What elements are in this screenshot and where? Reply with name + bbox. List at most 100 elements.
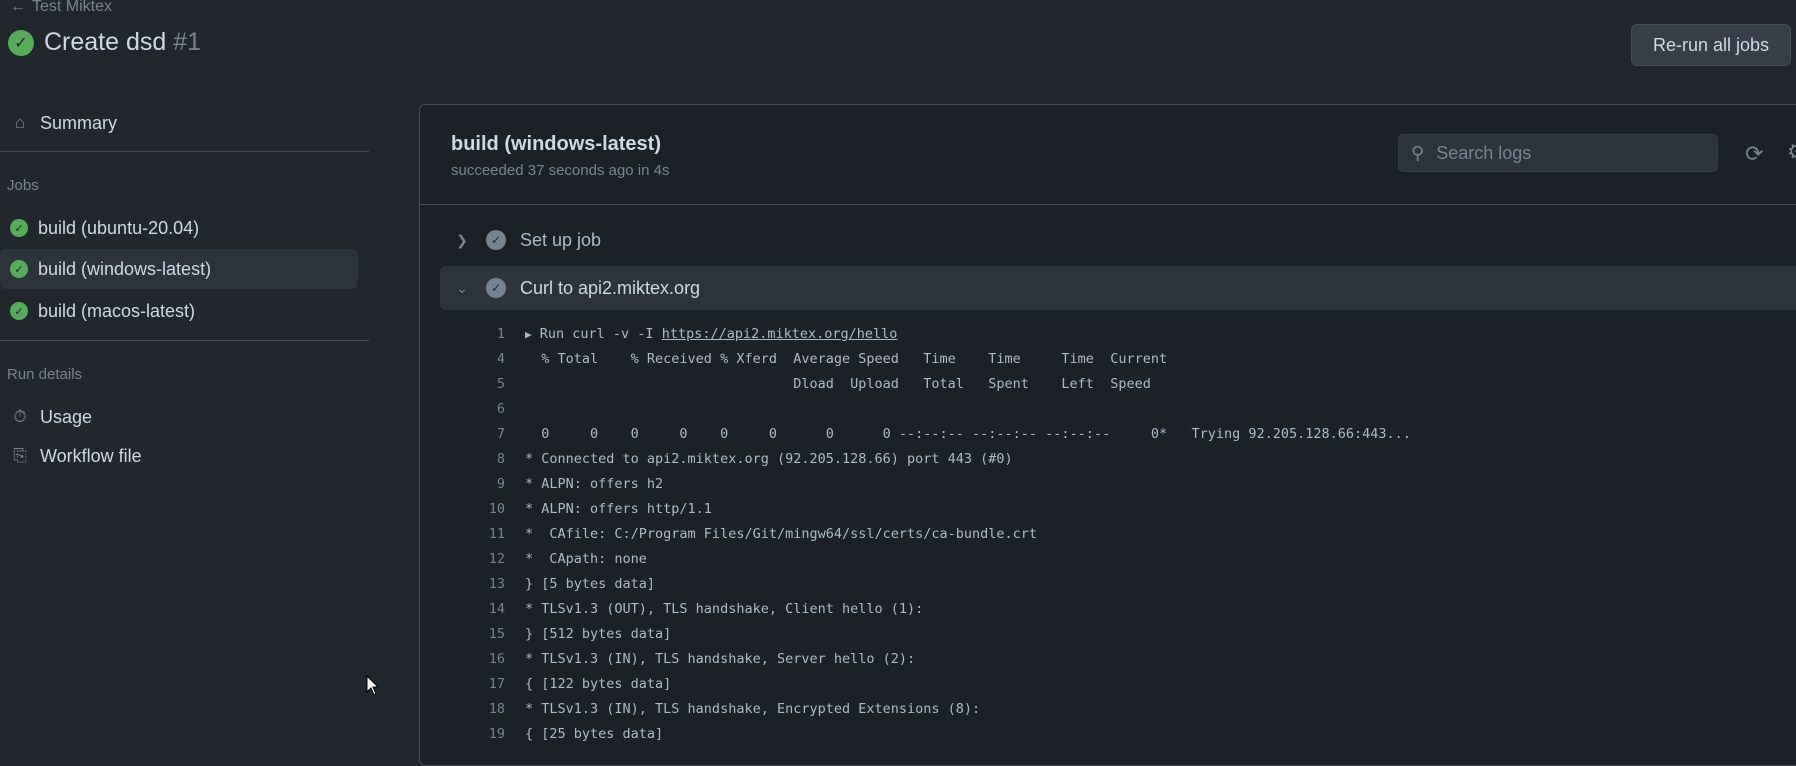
log-line[interactable]: 13} [5 bytes data]: [450, 572, 1780, 597]
workflow-run-title: Create dsd: [44, 28, 167, 56]
log-text: 0 0 0 0 0 0 0 0 --:--:-- --:--:-- --:--:…: [525, 426, 1411, 442]
step-set-up-job[interactable]: ❯ ✓ Set up job 0: [440, 218, 1796, 262]
step-curl[interactable]: ⌄ ✓ Curl to api2.miktex.org 3: [440, 266, 1796, 310]
log-url-link[interactable]: https://api2.miktex.org/hello: [662, 326, 898, 342]
log-line[interactable]: 11 * CAfile: C:/Program Files/Git/mingw64…: [450, 522, 1780, 547]
step-check-icon: ✓: [486, 230, 506, 250]
sidebar-item-job-windows[interactable]: ✓ build (windows-latest): [0, 249, 358, 289]
sidebar-item-label: build (windows-latest): [38, 258, 212, 279]
success-check-icon: ✓: [10, 302, 28, 320]
log-text: * Connected to api2.miktex.org (92.205.1…: [525, 451, 1013, 467]
line-number: 17: [488, 676, 505, 692]
success-check-icon: ✓: [8, 29, 34, 56]
run-number: #1: [173, 28, 202, 56]
sidebar-divider: [0, 340, 369, 341]
log-line[interactable]: 5 Dload Upload Total Spent Left Speed: [450, 372, 1780, 397]
log-line[interactable]: 17 { [122 bytes data]: [450, 672, 1780, 697]
sidebar-item-label: build (macos-latest): [38, 300, 196, 321]
sidebar-item-label: Summary: [40, 112, 118, 133]
back-link-label: Test Miktex: [32, 0, 113, 15]
line-number: 7: [496, 426, 505, 442]
log-line[interactable]: 6: [450, 397, 1780, 422]
line-number: 5: [496, 376, 505, 392]
home-icon: ⌂: [14, 113, 26, 132]
run-details-heading: Run details: [7, 366, 83, 383]
page-title: Create dsd #1: [44, 28, 201, 57]
log-text: * CApath: none: [525, 551, 647, 567]
log-line[interactable]: 19 { [25 bytes data]: [450, 722, 1780, 747]
log-text: } [512 bytes data]: [525, 626, 672, 642]
file-code-icon: ⎘: [13, 446, 27, 465]
success-check-icon: ✓: [10, 260, 28, 278]
line-number: 6: [496, 401, 505, 417]
line-number: 11: [488, 526, 505, 542]
log-text: Dload Upload Total Spent Left Speed: [525, 376, 1151, 392]
log-output: 1 ▶ Run curl -v -I https://api2.miktex.o…: [450, 322, 1780, 747]
arrow-left-icon: ←: [10, 0, 26, 15]
log-line[interactable]: 4 % Total % Received % Xferd Average Spe…: [450, 347, 1780, 372]
line-number: 8: [496, 451, 505, 467]
line-number: 9: [496, 476, 505, 492]
log-line[interactable]: 16 * TLSv1.3 (IN), TLS handshake, Server …: [450, 647, 1780, 672]
line-number: 10: [488, 501, 505, 517]
line-number: 16: [488, 651, 505, 667]
chevron-right-icon: ❯: [456, 231, 468, 248]
stopwatch-icon: ⏱: [13, 407, 27, 426]
sidebar-item-usage[interactable]: ⏱ Usage: [0, 397, 348, 437]
line-number: 14: [488, 601, 505, 617]
log-line[interactable]: 18 * TLSv1.3 (IN), TLS handshake, Encrypt…: [450, 697, 1780, 722]
run-command: Run curl -v -I: [539, 326, 662, 342]
line-number: 18: [488, 701, 505, 717]
line-number: 15: [488, 626, 505, 642]
triangle-right-icon[interactable]: ▶: [525, 328, 532, 341]
job-log-panel: build (windows-latest) succeeded 37 seco…: [419, 104, 1796, 766]
log-text: * CAfile: C:/Program Files/Git/mingw64/s…: [525, 526, 1038, 542]
sidebar-item-job-macos[interactable]: ✓ build (macos-latest): [0, 291, 348, 331]
step-label: Curl to api2.miktex.org: [520, 277, 701, 298]
log-text: * ALPN: offers http/1.1: [525, 501, 712, 517]
page-title-row: ✓ Create dsd #1: [8, 28, 201, 57]
log-line[interactable]: 8 * Connected to api2.miktex.org (92.205.…: [450, 447, 1780, 472]
log-line[interactable]: 1 ▶ Run curl -v -I https://api2.miktex.o…: [450, 322, 1780, 347]
log-line[interactable]: 15 } [512 bytes data]: [450, 622, 1780, 647]
job-status-text: succeeded 37 seconds ago in 4s: [451, 162, 670, 179]
job-header: build (windows-latest) succeeded 37 seco…: [420, 105, 1796, 205]
back-link[interactable]: ← Test Miktex: [10, 0, 112, 16]
log-line[interactable]: 10 * ALPN: offers http/1.1: [450, 497, 1780, 522]
mouse-cursor-icon: [366, 675, 380, 696]
refresh-icon[interactable]: ⟳: [1745, 141, 1763, 167]
sidebar-item-summary[interactable]: ⌂ Summary: [0, 103, 348, 143]
log-text: * TLSv1.3 (IN), TLS handshake, Server he…: [525, 651, 916, 667]
log-text: { [25 bytes data]: [525, 726, 664, 742]
sidebar-item-label: Usage: [40, 406, 93, 427]
step-check-icon: ✓: [486, 278, 506, 298]
line-number: 19: [488, 726, 505, 742]
log-text: { [122 bytes data]: [525, 676, 672, 692]
line-number: 12: [488, 551, 505, 567]
line-number: 4: [496, 351, 505, 367]
chevron-down-icon: ⌄: [456, 279, 468, 296]
search-logs-field[interactable]: ⚲: [1398, 134, 1718, 172]
job-title: build (windows-latest): [451, 133, 661, 155]
sidebar-item-workflow-file[interactable]: ⎘ Workflow file: [0, 436, 348, 476]
search-icon: ⚲: [1411, 142, 1425, 163]
jobs-heading: Jobs: [7, 177, 39, 194]
sidebar-item-job-ubuntu[interactable]: ✓ build (ubuntu-20.04): [0, 208, 348, 248]
search-logs-input[interactable]: [1434, 141, 1709, 165]
log-text: % Total % Received % Xferd Average Speed…: [525, 351, 1168, 367]
sidebar-divider: [0, 151, 369, 152]
rerun-all-jobs-button[interactable]: Re-run all jobs: [1631, 24, 1791, 66]
log-text: * TLSv1.3 (OUT), TLS handshake, Client h…: [525, 601, 924, 617]
log-line[interactable]: 9 * ALPN: offers h2: [450, 472, 1780, 497]
log-line[interactable]: 14 * TLSv1.3 (OUT), TLS handshake, Client…: [450, 597, 1780, 622]
line-number: 1: [496, 326, 505, 342]
log-line[interactable]: 7 0 0 0 0 0 0 0 0 --:--:-- --:--:-- --:-…: [450, 422, 1780, 447]
success-check-icon: ✓: [10, 219, 28, 237]
log-text: * ALPN: offers h2: [525, 476, 664, 492]
gear-icon[interactable]: ⚙: [1787, 139, 1796, 165]
sidebar-item-label: Workflow file: [40, 445, 142, 466]
log-line[interactable]: 12 * CApath: none: [450, 547, 1780, 572]
log-lines: 4 % Total % Received % Xferd Average Spe…: [450, 347, 1780, 747]
step-label: Set up job: [520, 229, 602, 250]
log-text: * TLSv1.3 (IN), TLS handshake, Encrypted…: [525, 701, 981, 717]
